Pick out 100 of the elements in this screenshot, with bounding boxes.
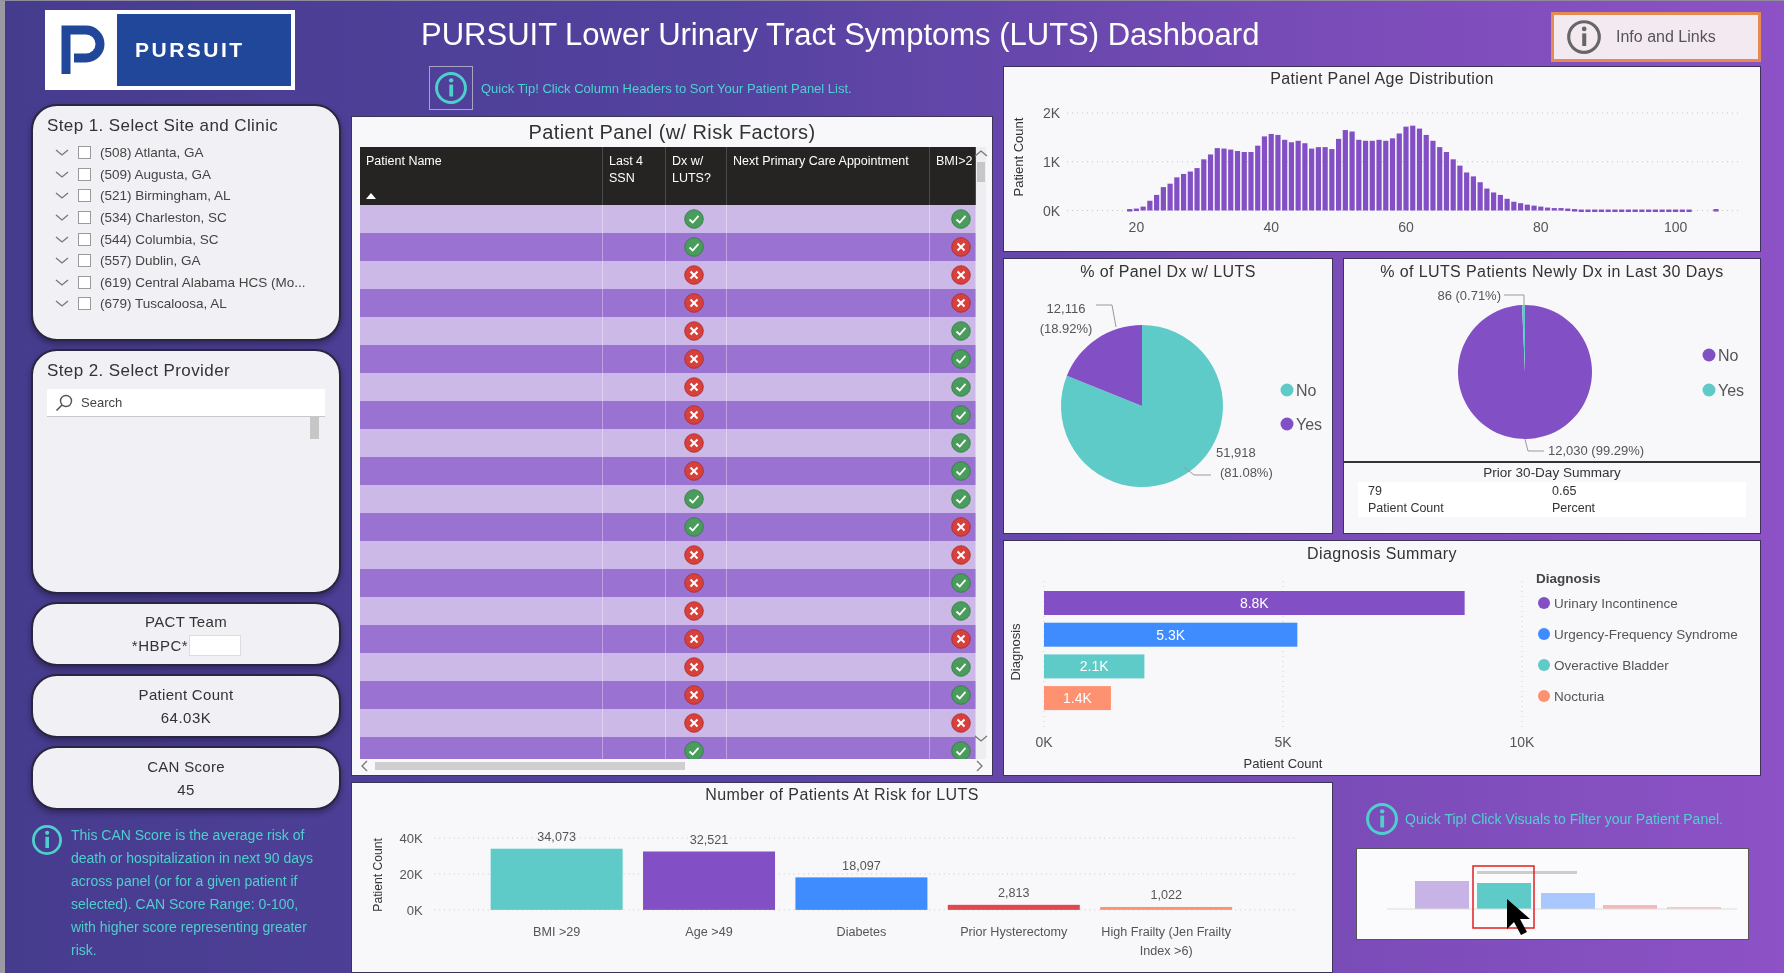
bar[interactable] [1565,208,1571,212]
bar[interactable] [1518,203,1524,211]
bar[interactable] [1181,173,1187,211]
search-field[interactable]: Search [47,389,325,417]
checkbox[interactable] [78,167,91,181]
bar[interactable] [1464,172,1470,211]
bar[interactable] [1167,183,1173,211]
bar[interactable] [1666,209,1672,213]
bar[interactable] [1201,159,1207,211]
bar[interactable] [1288,142,1294,211]
bar[interactable] [1673,209,1679,213]
checkbox[interactable] [78,297,91,311]
bar[interactable] [1389,138,1396,211]
bar[interactable] [1491,192,1497,211]
bar[interactable] [1241,152,1247,211]
table-row[interactable] [360,317,976,345]
bar[interactable] [1160,187,1166,211]
bar[interactable] [1416,128,1423,211]
site-label[interactable]: (509) Augusta, GA [100,166,212,182]
bar[interactable] [1484,188,1490,211]
table-row[interactable] [360,709,976,737]
bar[interactable] [1221,148,1227,211]
bar[interactable] [1282,139,1288,211]
site-label[interactable]: (619) Central Alabama HCS (Mo... [100,274,306,290]
bar[interactable] [1207,154,1214,211]
table-row[interactable] [360,485,976,513]
bar[interactable] [1369,140,1375,211]
bar[interactable] [1592,209,1598,213]
bar[interactable] [1457,165,1463,211]
bar[interactable] [1255,145,1261,211]
bar[interactable] [1248,152,1254,211]
bar[interactable] [1302,143,1308,211]
bar[interactable] [1044,622,1298,647]
bar[interactable] [1383,140,1389,211]
bar[interactable] [1362,140,1369,211]
bar[interactable] [1349,131,1355,211]
scrollbar-thumb[interactable] [375,762,685,770]
bar[interactable] [1342,130,1348,211]
site-label[interactable]: (679) Tuscaloosa, AL [100,296,227,312]
bar[interactable] [1511,201,1517,211]
bar[interactable] [1430,140,1436,211]
site-label[interactable]: (557) Dublin, GA [100,253,201,269]
bar[interactable] [1632,209,1638,213]
checkbox[interactable] [78,232,91,246]
bar[interactable] [1585,209,1591,213]
bar[interactable] [1154,194,1160,211]
bar[interactable] [1652,209,1658,213]
bar[interactable] [1450,159,1456,211]
table-row[interactable] [360,373,976,401]
site-label[interactable]: (534) Charleston, SC [100,210,227,226]
bar[interactable] [1376,139,1382,211]
bar[interactable] [1504,198,1510,211]
bar[interactable] [1470,176,1476,211]
bar[interactable] [1309,148,1315,211]
bar[interactable] [1497,194,1503,211]
checkbox[interactable] [78,211,91,225]
bar[interactable] [1571,209,1578,212]
bar[interactable] [1174,177,1180,211]
bar[interactable] [1329,149,1335,211]
table-row[interactable] [360,597,976,625]
bar[interactable] [1619,209,1625,213]
table-row[interactable] [360,653,976,681]
bar[interactable] [1531,205,1537,211]
scrollbar-thumb[interactable] [310,417,319,439]
bar[interactable] [1410,125,1416,211]
bar[interactable] [1396,133,1402,211]
bar[interactable] [947,904,1080,910]
bar[interactable] [1659,209,1665,213]
table-row[interactable] [360,541,976,569]
bar[interactable] [1544,207,1551,211]
site-label[interactable]: (544) Columbia, SC [100,231,219,247]
bar[interactable] [1187,171,1193,211]
bar[interactable] [1356,139,1362,211]
bar[interactable] [1578,209,1584,213]
bar[interactable] [1538,206,1544,211]
info-button[interactable]: Info and Links [1551,12,1761,62]
bar[interactable] [1605,209,1611,213]
bar[interactable] [1403,126,1409,211]
bar[interactable] [1127,209,1133,212]
bar[interactable] [1234,151,1241,211]
scrollbar-thumb[interactable] [977,162,985,182]
bar[interactable] [1336,138,1342,211]
bar[interactable] [1713,209,1719,212]
bar[interactable] [1275,134,1281,211]
bar[interactable] [1140,206,1146,211]
site-label[interactable]: (508) Atlanta, GA [100,145,204,161]
bar[interactable] [1228,149,1234,211]
bar[interactable] [1558,208,1564,211]
bar[interactable] [1261,136,1268,211]
bar[interactable] [1646,209,1652,213]
checkbox[interactable] [78,189,91,203]
bar[interactable] [1551,208,1557,211]
pie-slice[interactable] [1458,305,1592,439]
bar[interactable] [1268,133,1274,211]
table-row[interactable] [360,261,976,289]
bar[interactable] [643,851,776,910]
bar[interactable] [1295,140,1301,211]
checkbox[interactable] [78,254,91,268]
bar[interactable] [1214,148,1220,211]
table-row[interactable] [360,205,976,233]
